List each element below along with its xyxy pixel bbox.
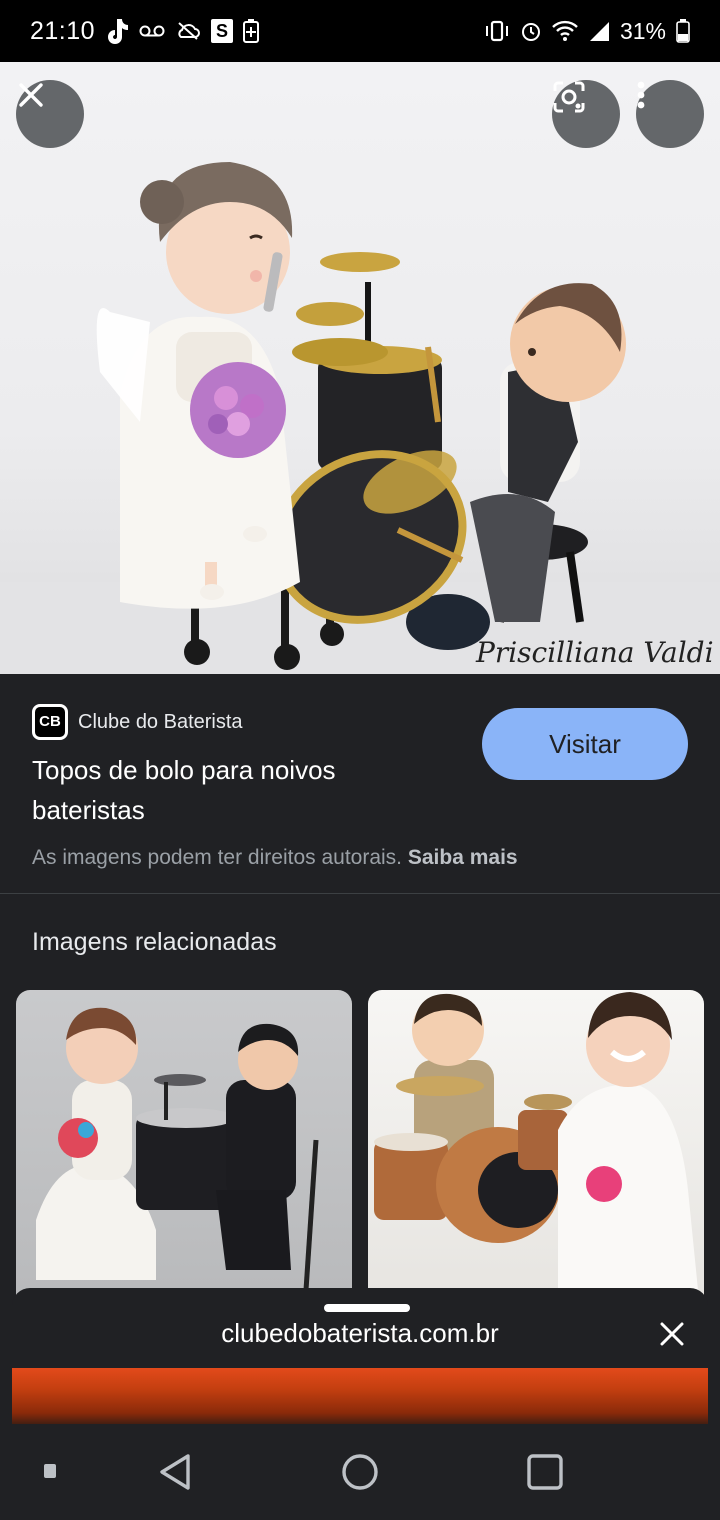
- home-icon[interactable]: [340, 1452, 380, 1492]
- related-images-heading: Imagens relacionadas: [32, 928, 277, 956]
- signal-icon: [589, 22, 609, 41]
- cake-topper-illustration: Priscilliana Valdi: [0, 162, 720, 674]
- recent-apps-icon[interactable]: [526, 1452, 564, 1492]
- tiktok-icon: [108, 19, 129, 44]
- status-bar: 21:10 S 31%: [0, 0, 720, 62]
- related-image-1-illustration: [36, 1007, 319, 1291]
- image-watermark: Priscilliana Valdi: [475, 636, 714, 669]
- vibrate-icon: [485, 20, 508, 42]
- sheet-drag-handle[interactable]: [324, 1304, 410, 1312]
- related-image-1[interactable]: [16, 990, 352, 1310]
- lens-icon: [553, 81, 585, 113]
- copyright-notice: As imagens podem ter direitos autorais. …: [32, 846, 518, 870]
- google-lens-button[interactable]: [552, 80, 620, 148]
- sheet-close-button[interactable]: [652, 1314, 692, 1354]
- related-image-2[interactable]: [368, 990, 704, 1310]
- back-icon[interactable]: [156, 1452, 194, 1492]
- result-image[interactable]: Priscilliana Valdi: [0, 62, 720, 674]
- status-time: 21:10: [30, 16, 96, 45]
- s-app-icon: S: [211, 19, 234, 43]
- close-button[interactable]: [16, 80, 84, 148]
- no-cloud-icon: [178, 22, 201, 40]
- site-url: clubedobaterista.com.br: [221, 1318, 499, 1348]
- source-site[interactable]: CB Clube do Baterista: [32, 704, 243, 740]
- source-name: Clube do Baterista: [78, 710, 243, 733]
- more-options-button[interactable]: [636, 80, 704, 148]
- battery-percent: 31%: [619, 17, 666, 44]
- battery-saver-icon: [243, 19, 260, 43]
- site-preview-sheet[interactable]: clubedobaterista.com.br: [12, 1288, 708, 1428]
- learn-more-link[interactable]: Saiba mais: [408, 846, 518, 869]
- result-title[interactable]: Topos de bolo para noivos bateristas: [32, 750, 452, 830]
- source-logo: CB: [32, 704, 68, 740]
- site-preview-content: [12, 1368, 708, 1428]
- system-nav-bar: [0, 1424, 720, 1520]
- result-info-panel: CB Clube do Baterista Topos de bolo para…: [0, 674, 720, 894]
- more-vert-icon: [637, 81, 645, 109]
- nav-indicator: [44, 1464, 56, 1478]
- related-image-2-illustration: [374, 992, 698, 1290]
- notification-icons: S: [103, 17, 260, 45]
- close-icon: [19, 83, 43, 107]
- alarm-icon: [521, 23, 540, 41]
- visit-button[interactable]: Visitar: [482, 708, 688, 780]
- wifi-icon: [552, 20, 578, 41]
- copyright-text: As imagens podem ter direitos autorais.: [32, 846, 403, 869]
- close-icon: [660, 1322, 684, 1346]
- battery-icon: [676, 19, 690, 43]
- voicemail-icon: [139, 25, 165, 37]
- source-logo-text: CB: [35, 707, 65, 737]
